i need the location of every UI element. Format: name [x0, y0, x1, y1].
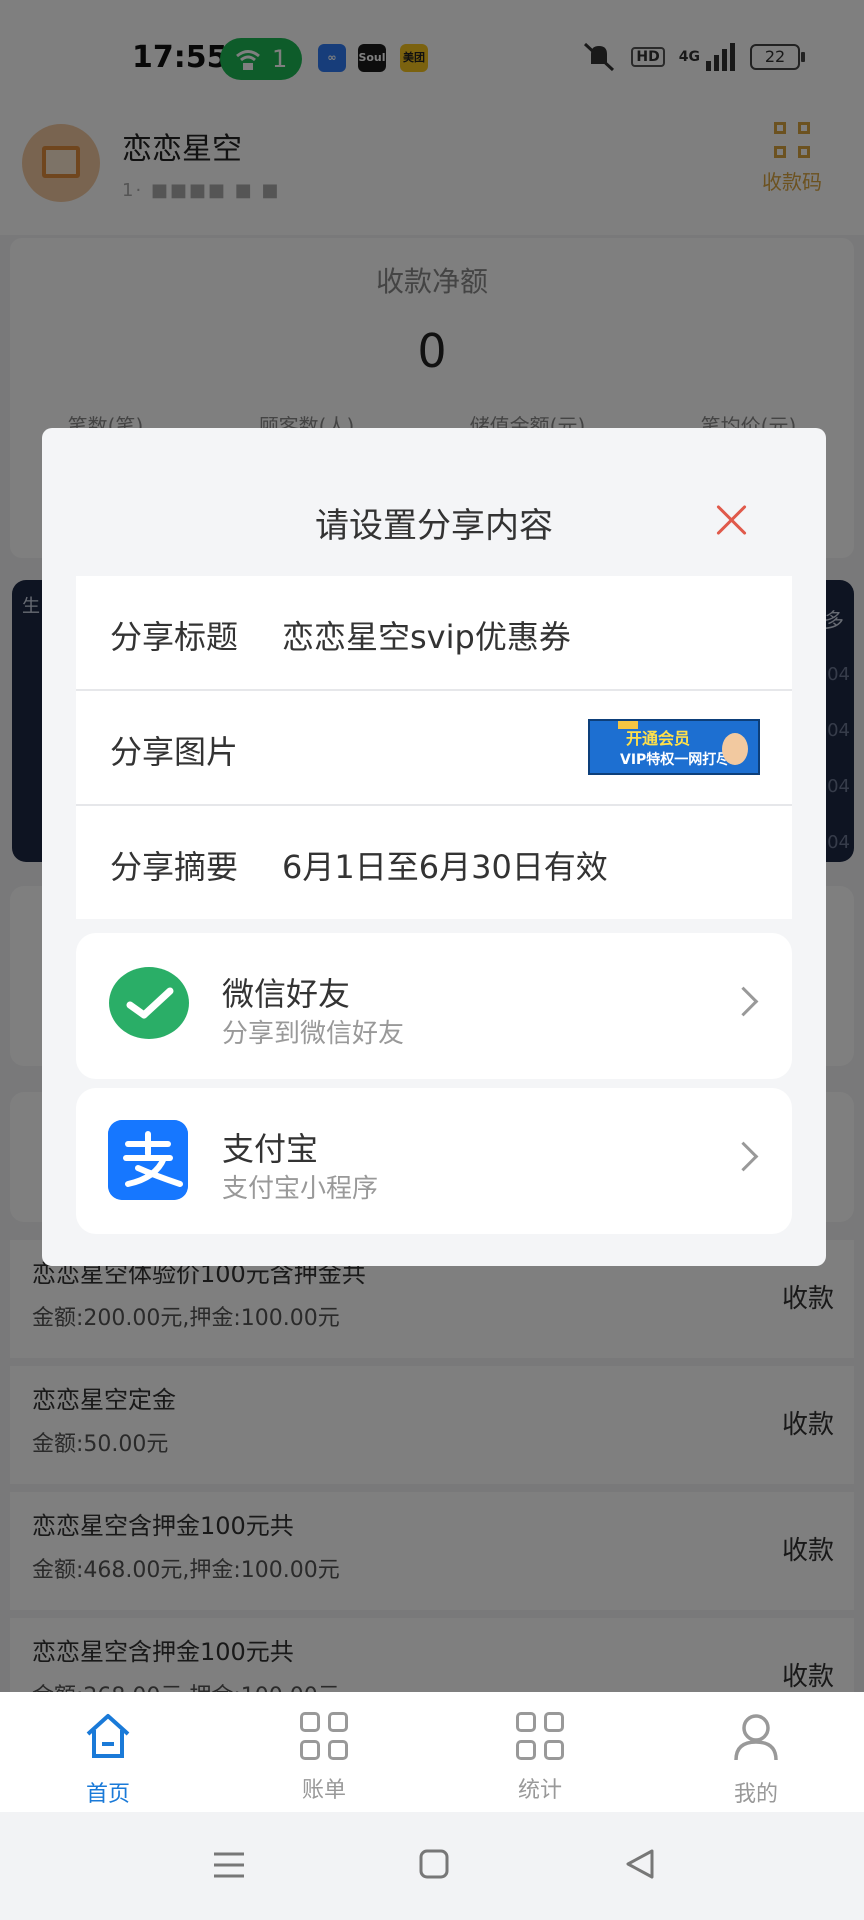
- wechat-icon: [109, 967, 189, 1039]
- grid-icon: [298, 1710, 350, 1762]
- channel-title: 支付宝: [222, 1130, 319, 1168]
- nav-item-bills[interactable]: 账单: [264, 1710, 384, 1804]
- nav-label: 我的: [733, 1782, 778, 1807]
- nav-item-stats[interactable]: 统计: [480, 1710, 600, 1804]
- home-icon: [86, 1714, 130, 1758]
- menu-icon[interactable]: [212, 1850, 246, 1880]
- share-title-label: 分享标题: [110, 618, 239, 656]
- channel-subtitle: 分享到微信好友: [222, 1019, 405, 1049]
- nav-label: 统计: [517, 1778, 562, 1803]
- nav-item-home[interactable]: 首页: [48, 1710, 168, 1808]
- nav-label: 账单: [301, 1778, 346, 1803]
- close-icon[interactable]: [712, 500, 752, 540]
- share-summary-value[interactable]: 6月1日至6月30日有效: [282, 842, 608, 888]
- share-wechat-button[interactable]: 微信好友 分享到微信好友: [76, 933, 792, 1079]
- share-alipay-button[interactable]: 支付宝 支付宝小程序: [76, 1088, 792, 1234]
- user-icon: [734, 1714, 778, 1761]
- share-image-text: VIP特权一网打尽: [620, 752, 731, 768]
- grid-icon: [514, 1710, 566, 1762]
- bottom-nav: 首页 账单 统计 我的: [0, 1692, 864, 1812]
- share-title-row[interactable]: 分享标题 恋恋星空svip优惠券: [76, 576, 792, 689]
- share-image-label: 分享图片: [110, 733, 239, 771]
- share-title-value[interactable]: 恋恋星空svip优惠券: [282, 612, 571, 658]
- nav-item-mine[interactable]: 我的: [696, 1710, 816, 1808]
- chevron-right-icon: [728, 986, 759, 1017]
- share-image-text: 开通会员: [626, 729, 691, 748]
- share-image-row[interactable]: 分享图片 开通会员 VIP特权一网打尽: [76, 691, 792, 804]
- channel-title: 微信好友: [222, 975, 351, 1013]
- alipay-icon: [108, 1120, 188, 1200]
- share-summary-row[interactable]: 分享摘要 6月1日至6月30日有效: [76, 806, 792, 919]
- home-square-icon[interactable]: [418, 1848, 450, 1880]
- back-icon[interactable]: [624, 1848, 656, 1880]
- share-settings-dialog: 请设置分享内容 分享标题 恋恋星空svip优惠券 分享图片 开通会员 VIP特权…: [42, 428, 826, 1266]
- dialog-title: 请设置分享内容: [315, 506, 553, 546]
- character-icon: [722, 733, 748, 765]
- nav-label: 首页: [85, 1782, 130, 1807]
- share-image-thumbnail[interactable]: 开通会员 VIP特权一网打尽: [588, 719, 760, 775]
- channel-subtitle: 支付宝小程序: [222, 1174, 379, 1204]
- share-summary-label: 分享摘要: [110, 848, 239, 886]
- chevron-right-icon: [728, 1141, 759, 1172]
- system-nav-bar: [0, 1812, 864, 1920]
